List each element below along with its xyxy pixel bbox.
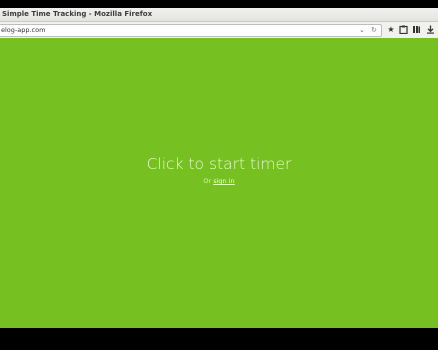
library-icon[interactable] [411,25,421,35]
sign-in-link[interactable]: sign in [213,177,234,185]
screen-top-edge [0,0,438,8]
page-content[interactable]: Click to start timer Or sign in [0,38,438,328]
clipboard-icon[interactable] [398,25,408,35]
window-titlebar: Simple Time Tracking - Mozilla Firefox [0,8,438,22]
screen-bottom-edge [0,328,438,350]
chevron-down-icon[interactable]: ⌄ [359,25,365,36]
start-timer-button[interactable]: Click to start timer [0,155,438,173]
reload-icon[interactable]: ↻ [371,25,377,36]
signin-line: Or sign in [0,177,438,186]
url-text[interactable]: elog-app.com [1,25,45,36]
or-label: Or [203,177,212,185]
download-icon[interactable] [425,25,435,35]
url-bar[interactable]: elog-app.com ⌄ ↻ [0,24,382,37]
window-title: Simple Time Tracking - Mozilla Firefox [2,10,153,18]
star-icon[interactable]: ★ [386,25,396,35]
browser-toolbar: elog-app.com ⌄ ↻ ★ [0,22,438,39]
